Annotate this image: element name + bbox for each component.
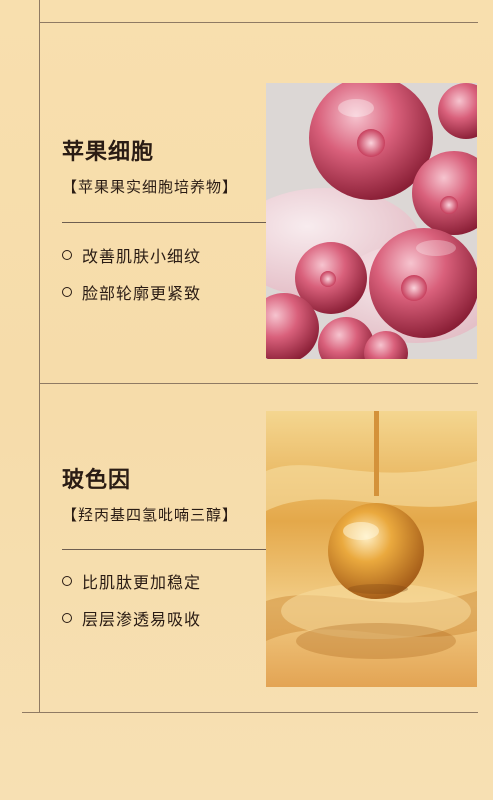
circle-bullet-icon bbox=[62, 576, 72, 586]
ingredient-subtitle: 【苹果果实细胞培养物】 bbox=[62, 178, 239, 196]
ingredient-title: 苹果细胞 bbox=[62, 140, 155, 165]
circle-bullet-icon bbox=[62, 250, 72, 260]
left-vertical-rule bbox=[39, 0, 40, 712]
pink-cell-spheres-illustration bbox=[266, 83, 477, 359]
circle-bullet-icon bbox=[62, 287, 72, 297]
golden-serum-image bbox=[266, 411, 477, 687]
benefit-item: 脸部轮廓更紧致 bbox=[62, 279, 201, 305]
ingredient-subtitle: 【羟丙基四氢吡喃三醇】 bbox=[62, 506, 239, 524]
benefit-text: 层层渗透易吸收 bbox=[82, 610, 202, 629]
benefit-list: 比肌肽更加稳定 层层渗透易吸收 bbox=[62, 568, 201, 642]
benefit-item: 比肌肽更加稳定 bbox=[62, 568, 201, 594]
benefit-text: 比肌肽更加稳定 bbox=[82, 573, 202, 592]
benefit-text: 改善肌肤小细纹 bbox=[82, 247, 202, 266]
top-rule bbox=[39, 22, 478, 23]
benefit-item: 改善肌肤小细纹 bbox=[62, 242, 201, 268]
golden-serum-drop-illustration bbox=[266, 411, 477, 687]
ingredient-title: 玻色因 bbox=[62, 468, 132, 493]
benefit-list: 改善肌肤小细纹 脸部轮廓更紧致 bbox=[62, 242, 201, 316]
bottom-rule bbox=[22, 712, 478, 713]
benefit-text: 脸部轮廓更紧致 bbox=[82, 284, 202, 303]
apple-cell-image bbox=[266, 83, 477, 359]
ingredient-section-pro-xylane: 玻色因 【羟丙基四氢吡喃三醇】 比肌肽更加稳定 层层渗透易吸收 bbox=[62, 466, 347, 629]
circle-bullet-icon bbox=[62, 613, 72, 623]
ingredient-section-apple-cell: 苹果细胞 【苹果果实细胞培养物】 改善肌肤小细纹 脸部轮廓更紧致 bbox=[62, 138, 347, 303]
benefit-item: 层层渗透易吸收 bbox=[62, 605, 201, 631]
middle-rule bbox=[39, 383, 478, 384]
